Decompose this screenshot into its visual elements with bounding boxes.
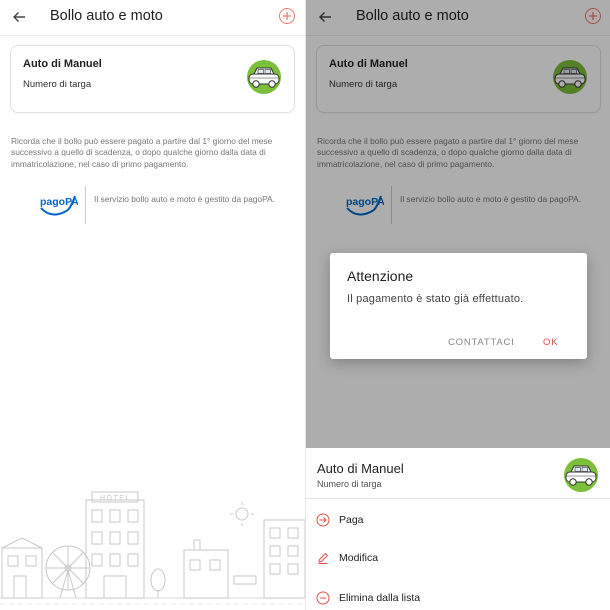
plate-label: Numero di targa: [23, 79, 92, 90]
pay-option-label: Paga: [339, 514, 364, 526]
minus-circle-icon: [316, 591, 330, 605]
pagopa-info: pagoPA Il servizio bollo auto e moto è g…: [344, 186, 604, 224]
pagopa-info-text: Il servizio bollo auto e moto è gestito …: [400, 194, 581, 204]
contact-button[interactable]: CONTATTACI: [448, 337, 515, 348]
vehicle-name: Auto di Manuel: [23, 58, 102, 70]
page-title: Bollo auto e moto: [356, 8, 469, 24]
bollo-screen: Bollo auto e moto Auto di Manuel Numero …: [0, 0, 305, 610]
pagopa-logo: pagoPA: [346, 190, 384, 220]
vehicle-card[interactable]: Auto di Manuel Numero di targa: [10, 45, 295, 113]
arrow-left-icon: [319, 12, 331, 22]
plus-icon: [283, 12, 291, 20]
city-illustration: HOTEL: [0, 491, 305, 605]
pagopa-logo-text: pagoPA: [346, 196, 384, 208]
remove-option-label: Elimina dalla lista: [339, 592, 421, 604]
app-bar: Bollo auto e moto: [0, 0, 305, 34]
vehicle-card[interactable]: Auto di Manuel Numero di targa: [316, 45, 601, 113]
pagopa-info-text: Il servizio bollo auto e moto è gestito …: [94, 194, 275, 204]
vehicle-name: Auto di Manuel: [329, 58, 408, 70]
pagopa-logo: pagoPA: [40, 190, 78, 220]
car-icon: [246, 59, 282, 95]
bollo-screen-dialog: Bollo auto e moto Auto di Manuel Numero …: [305, 0, 610, 610]
bottom-sheet: Auto di Manuel Numero di targa Paga Modi…: [306, 448, 610, 610]
add-button[interactable]: [279, 8, 295, 24]
alert-dialog: Attenzione Il pagamento è stato già effe…: [330, 253, 587, 359]
payment-notice: Ricorda che il bollo può essere pagato a…: [317, 136, 579, 169]
edit-option-label: Modifica: [339, 552, 379, 564]
pencil-icon: [316, 551, 330, 565]
sheet-plate-label: Numero di targa: [317, 479, 382, 489]
ok-button[interactable]: OK: [543, 337, 558, 348]
dialog-message: Il pagamento è stato già effettuato.: [347, 293, 524, 305]
pay-option[interactable]: Paga: [316, 508, 601, 532]
remove-option[interactable]: Elimina dalla lista: [316, 586, 601, 610]
arrow-circle-icon: [316, 513, 330, 527]
pagopa-logo-text: pagoPA: [40, 196, 78, 208]
pagopa-separator: [85, 186, 86, 224]
illustration-hotel-sign: HOTEL: [100, 495, 131, 502]
pagopa-info: pagoPA Il servizio bollo auto e moto è g…: [38, 186, 298, 224]
app-bar-divider: [306, 35, 610, 36]
pagopa-separator: [391, 186, 392, 224]
payment-notice: Ricorda che il bollo può essere pagato a…: [11, 136, 273, 169]
app-bar: Bollo auto e moto: [306, 0, 610, 34]
arrow-left-icon: [13, 12, 25, 22]
sheet-divider: [306, 498, 610, 499]
dialog-title: Attenzione: [347, 268, 414, 284]
back-button[interactable]: [315, 7, 335, 27]
car-icon: [552, 59, 588, 95]
app-bar-divider: [0, 35, 305, 36]
back-button[interactable]: [9, 7, 29, 27]
plate-label: Numero di targa: [329, 79, 398, 90]
sheet-vehicle-name: Auto di Manuel: [317, 461, 404, 476]
page-title: Bollo auto e moto: [50, 8, 163, 24]
add-button[interactable]: [585, 8, 601, 24]
plus-icon: [589, 12, 597, 20]
car-icon: [563, 457, 599, 493]
edit-option[interactable]: Modifica: [316, 546, 601, 570]
